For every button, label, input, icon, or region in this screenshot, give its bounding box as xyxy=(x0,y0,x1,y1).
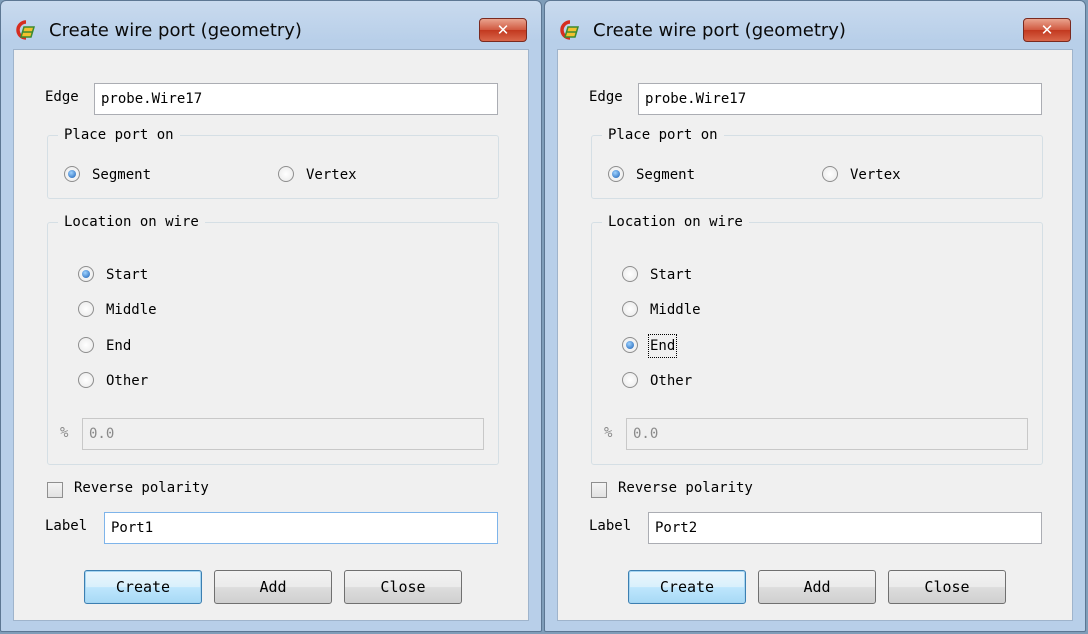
create-button[interactable]: Create xyxy=(84,570,202,604)
radio-button[interactable] xyxy=(622,372,638,388)
close-window-button[interactable]: ✕ xyxy=(1023,18,1071,42)
edge-input[interactable]: probe.Wire17 xyxy=(638,83,1042,115)
place-port-on-group: Place port on Segment Vertex xyxy=(47,125,499,199)
app-logo-icon xyxy=(16,20,36,40)
radio-button-checked[interactable] xyxy=(608,166,624,182)
radio-vertex-label: Vertex xyxy=(850,167,901,183)
title-bar[interactable]: Create wire port (geometry) ✕ xyxy=(545,1,1085,49)
dialog-create-wire-port-left: Create wire port (geometry) ✕ Edge probe… xyxy=(0,0,542,632)
add-button[interactable]: Add xyxy=(758,570,876,604)
radio-middle-label: Middle xyxy=(650,302,701,318)
edge-input[interactable]: probe.Wire17 xyxy=(94,83,498,115)
radio-button[interactable] xyxy=(78,337,94,353)
radio-button[interactable] xyxy=(822,166,838,182)
radio-other-label: Other xyxy=(106,373,149,389)
app-logo-icon xyxy=(560,20,580,40)
add-button[interactable]: Add xyxy=(214,570,332,604)
label-input[interactable]: Port2 xyxy=(648,512,1042,544)
close-icon: ✕ xyxy=(496,21,510,39)
percent-input[interactable]: 0.0 xyxy=(626,418,1028,450)
place-port-on-title: Place port on xyxy=(58,125,180,145)
label-label: Label xyxy=(589,518,632,534)
reverse-polarity-checkbox[interactable] xyxy=(47,482,63,498)
radio-button-checked[interactable] xyxy=(78,266,94,282)
radio-button[interactable] xyxy=(622,266,638,282)
dialog-create-wire-port-right: Create wire port (geometry) ✕ Edge probe… xyxy=(544,0,1086,632)
location-on-wire-group: Location on wire Start Middle End Other … xyxy=(591,212,1043,465)
close-icon: ✕ xyxy=(1040,21,1054,39)
location-on-wire-group: Location on wire Start Middle End Other … xyxy=(47,212,499,465)
radio-segment-label: Segment xyxy=(636,167,696,183)
percent-input[interactable]: 0.0 xyxy=(82,418,484,450)
radio-start-label: Start xyxy=(106,267,149,283)
percent-label: % xyxy=(604,425,613,441)
window-title: Create wire port (geometry) xyxy=(593,20,846,41)
reverse-polarity-label: Reverse polarity xyxy=(74,480,209,496)
radio-middle-label: Middle xyxy=(106,302,157,318)
radio-start-label: Start xyxy=(650,267,693,283)
create-button[interactable]: Create xyxy=(628,570,746,604)
radio-button-checked[interactable] xyxy=(64,166,80,182)
place-port-on-title: Place port on xyxy=(602,125,724,145)
edge-label: Edge xyxy=(589,89,623,105)
reverse-polarity-checkbox[interactable] xyxy=(591,482,607,498)
close-window-button[interactable]: ✕ xyxy=(479,18,527,42)
location-on-wire-title: Location on wire xyxy=(58,212,205,232)
radio-button[interactable] xyxy=(78,301,94,317)
radio-button[interactable] xyxy=(622,301,638,317)
radio-button[interactable] xyxy=(78,372,94,388)
dialog-body: Edge probe.Wire17 Place port on Segment … xyxy=(557,49,1073,621)
radio-segment-label: Segment xyxy=(92,167,152,183)
window-title: Create wire port (geometry) xyxy=(49,20,302,41)
close-button[interactable]: Close xyxy=(888,570,1006,604)
radio-vertex-label: Vertex xyxy=(306,167,357,183)
label-input[interactable]: Port1 xyxy=(104,512,498,544)
percent-label: % xyxy=(60,425,69,441)
radio-end-label: End xyxy=(647,334,678,358)
place-port-on-group: Place port on Segment Vertex xyxy=(591,125,1043,199)
title-bar[interactable]: Create wire port (geometry) ✕ xyxy=(1,1,541,49)
radio-button-checked[interactable] xyxy=(622,337,638,353)
radio-other-label: Other xyxy=(650,373,693,389)
dialog-body: Edge probe.Wire17 Place port on Segment … xyxy=(13,49,529,621)
radio-button[interactable] xyxy=(278,166,294,182)
radio-end-label: End xyxy=(106,338,132,354)
label-label: Label xyxy=(45,518,88,534)
edge-label: Edge xyxy=(45,89,79,105)
reverse-polarity-label: Reverse polarity xyxy=(618,480,753,496)
location-on-wire-title: Location on wire xyxy=(602,212,749,232)
close-button[interactable]: Close xyxy=(344,570,462,604)
